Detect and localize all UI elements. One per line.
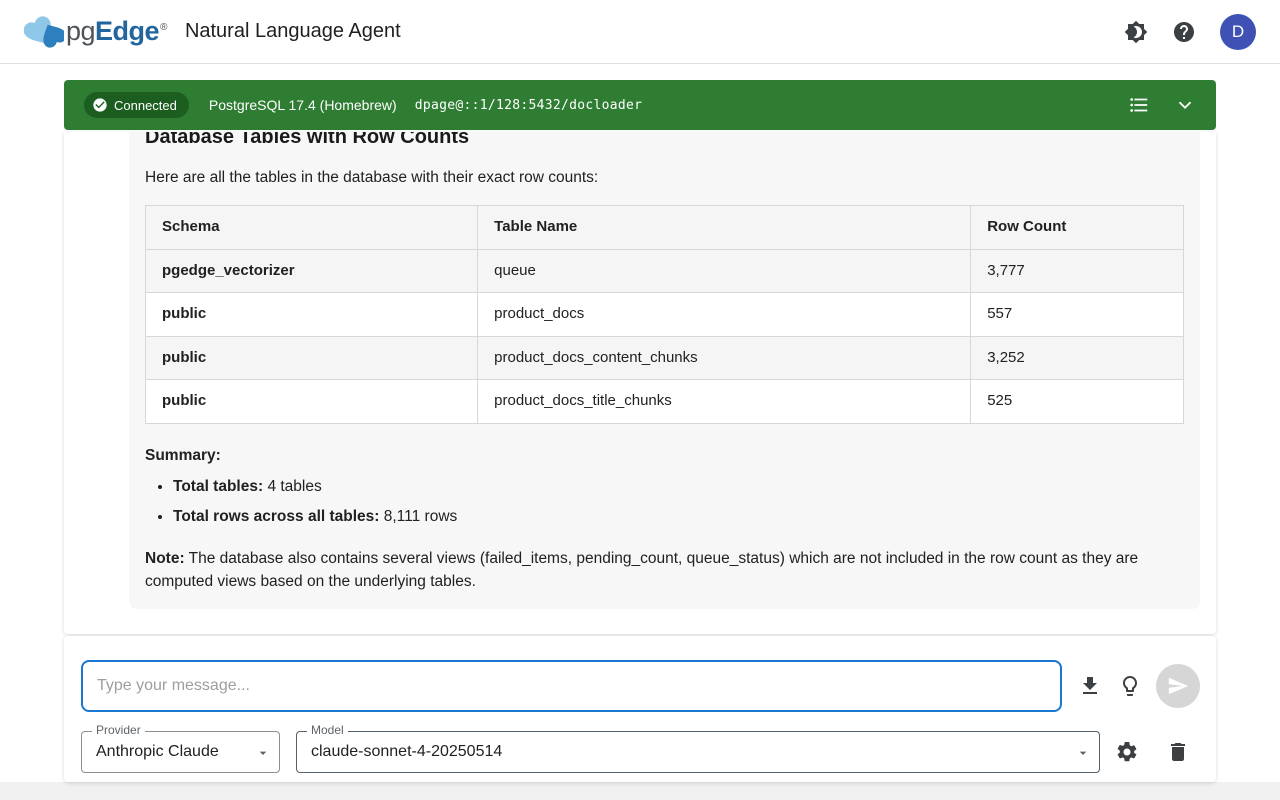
download-button[interactable]	[1078, 674, 1102, 698]
summary-heading: Summary:	[145, 444, 1184, 467]
download-icon	[1078, 674, 1102, 698]
composer-panel: Provider Anthropic Claude Model claude-s…	[64, 636, 1216, 782]
chevron-down-icon	[1075, 745, 1091, 761]
model-select-value: claude-sonnet-4-20250514	[311, 743, 502, 761]
gear-icon	[1115, 740, 1139, 764]
pgedge-logo-icon	[24, 14, 64, 50]
user-avatar[interactable]: D	[1220, 14, 1256, 50]
message-intro: Here are all the tables in the database …	[145, 166, 1184, 189]
column-header-table-name: Table Name	[478, 206, 971, 250]
list-icon	[1128, 94, 1150, 116]
check-circle-icon	[92, 97, 108, 113]
message-heading: Database Tables with Row Counts	[145, 132, 1184, 152]
theme-toggle-button[interactable]	[1124, 20, 1148, 44]
table-name-cell: product_docs_content_chunks	[478, 336, 971, 380]
model-select[interactable]: Model claude-sonnet-4-20250514	[296, 731, 1100, 773]
summary-list: Total tables: 4 tables Total rows across…	[145, 475, 1184, 529]
row-count-cell: 557	[971, 293, 1184, 337]
list-item: Total rows across all tables: 8,111 rows	[173, 505, 1184, 528]
hint-button[interactable]	[1118, 674, 1142, 698]
send-icon	[1167, 675, 1189, 697]
provider-select-label: Provider	[92, 723, 145, 737]
server-version-text: PostgreSQL 17.4 (Homebrew)	[209, 97, 397, 113]
help-button[interactable]	[1172, 20, 1196, 44]
clear-chat-button[interactable]	[1166, 740, 1190, 764]
trash-icon	[1166, 740, 1190, 764]
list-item: Total tables: 4 tables	[173, 475, 1184, 498]
status-badge: Connected	[84, 92, 189, 118]
row-count-cell: 3,777	[971, 249, 1184, 293]
schema-cell: pgedge_vectorizer	[146, 249, 478, 293]
table-row: pgedge_vectorizer queue 3,777	[146, 249, 1184, 293]
table-row: public product_docs_title_chunks 525	[146, 380, 1184, 424]
brightness-icon	[1124, 20, 1148, 44]
column-header-row-count: Row Count	[971, 206, 1184, 250]
table-name-cell: product_docs_title_chunks	[478, 380, 971, 424]
help-icon	[1172, 20, 1196, 44]
app-window: pgEdge® Natural Language Agent D	[0, 0, 1280, 782]
note-label: Note:	[145, 550, 185, 567]
model-select-label: Model	[307, 723, 348, 737]
send-button[interactable]	[1156, 664, 1200, 708]
pgedge-logo-text: pgEdge®	[66, 16, 167, 47]
app-header: pgEdge® Natural Language Agent D	[0, 0, 1280, 64]
settings-button[interactable]	[1115, 740, 1139, 764]
schema-cell: public	[146, 293, 478, 337]
note-text: The database also contains several views…	[145, 550, 1138, 590]
schema-list-button[interactable]	[1128, 94, 1150, 116]
lightbulb-icon	[1118, 674, 1142, 698]
connection-string: dpage@::1/128:5432/docloader	[415, 98, 643, 113]
provider-select[interactable]: Provider Anthropic Claude	[81, 731, 280, 773]
column-header-schema: Schema	[146, 206, 478, 250]
row-counts-table: Schema Table Name Row Count pgedge_vecto…	[145, 205, 1184, 424]
row-count-cell: 525	[971, 380, 1184, 424]
assistant-message: Database Tables with Row Counts Here are…	[129, 132, 1200, 609]
provider-select-value: Anthropic Claude	[96, 743, 219, 761]
status-badge-label: Connected	[114, 98, 177, 113]
table-header-row: Schema Table Name Row Count	[146, 206, 1184, 250]
schema-cell: public	[146, 336, 478, 380]
note-paragraph: Note: The database also contains several…	[145, 547, 1184, 594]
table-row: public product_docs 557	[146, 293, 1184, 337]
collapse-bar-button[interactable]	[1174, 94, 1196, 116]
table-name-cell: product_docs	[478, 293, 971, 337]
row-count-cell: 3,252	[971, 336, 1184, 380]
connection-bar: Connected PostgreSQL 17.4 (Homebrew) dpa…	[64, 80, 1216, 130]
chevron-down-icon	[255, 745, 271, 761]
chat-history-panel: Database Tables with Row Counts Here are…	[64, 132, 1216, 634]
message-input[interactable]	[81, 660, 1062, 712]
chevron-down-icon	[1174, 94, 1196, 116]
table-row: public product_docs_content_chunks 3,252	[146, 336, 1184, 380]
page-title: Natural Language Agent	[185, 20, 401, 43]
table-name-cell: queue	[478, 249, 971, 293]
schema-cell: public	[146, 380, 478, 424]
pgedge-logo: pgEdge®	[24, 14, 167, 50]
